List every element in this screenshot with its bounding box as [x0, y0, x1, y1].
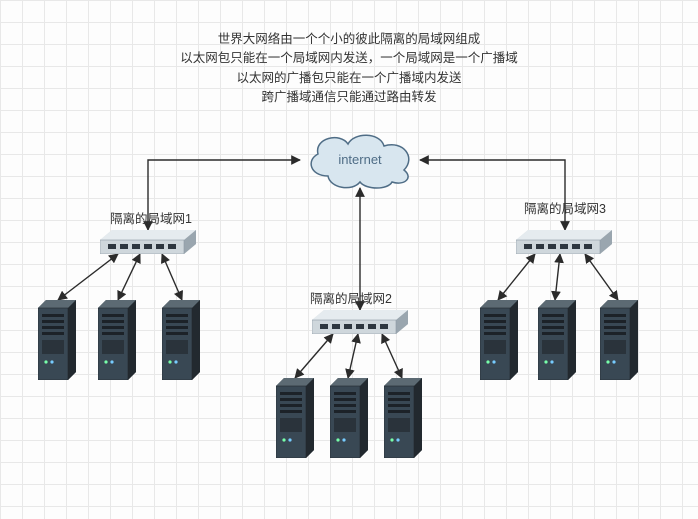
description-line: 跨广播域通信只能通过路由转发	[0, 88, 698, 107]
lan1-label: 隔离的局域网1	[110, 208, 192, 227]
lan1-switch	[100, 230, 196, 254]
lan2-server	[276, 378, 314, 458]
lan3-label: 隔离的局域网3	[524, 198, 606, 217]
description-block: 世界大网络由一个个小的彼此隔离的局域网组成 以太网包只能在一个局域网内发送，一个…	[0, 30, 698, 108]
lan1-server	[98, 300, 136, 380]
lan2-switch	[312, 310, 408, 334]
lan3-switch	[516, 230, 612, 254]
description-line: 世界大网络由一个个小的彼此隔离的局域网组成	[0, 30, 698, 49]
lan1-server	[38, 300, 76, 380]
lan3-server	[600, 300, 638, 380]
lan2-server	[384, 378, 422, 458]
description-line: 以太网包只能在一个局域网内发送，一个局域网是一个广播域	[0, 49, 698, 68]
lan3-server	[538, 300, 576, 380]
lan1-server	[162, 300, 200, 380]
cloud-label: internet	[300, 128, 420, 190]
description-line: 以太网的广播包只能在一个广播域内发送	[0, 69, 698, 88]
lan3-server	[480, 300, 518, 380]
internet-cloud: internet	[300, 128, 420, 190]
lan2-label: 隔离的局域网2	[310, 288, 392, 307]
lan2-server	[330, 378, 368, 458]
